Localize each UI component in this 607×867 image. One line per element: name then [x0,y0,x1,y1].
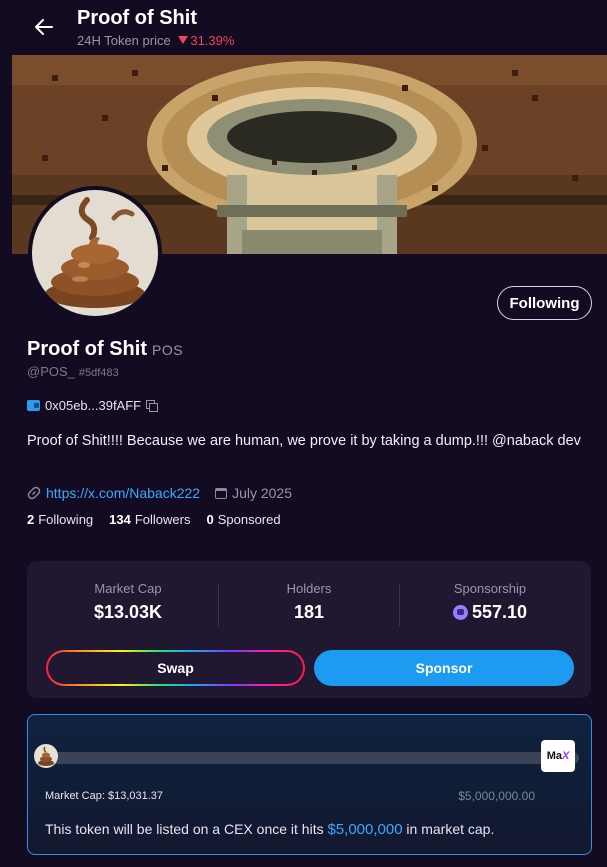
price-down-icon [178,36,189,44]
sponsorship-value-row: 557.10 [400,602,580,623]
max-logo-text: Ma [546,750,562,762]
website-link[interactable]: https://x.com/Naback222 [46,485,200,501]
sponsor-button[interactable]: Sponsor [314,650,574,686]
max-logo-accent: X [561,750,570,762]
target-market-cap: $5,000,000.00 [458,789,535,803]
back-arrow-icon[interactable] [30,13,58,41]
profile-meta: https://x.com/Naback222 July 2025 [27,485,292,501]
token-profile-page: Proof of Shit 24H Token price 31.39% Fol… [0,0,607,867]
sponsored-count-label: Sponsored [217,512,281,527]
holders-label: Holders [286,581,332,596]
sponsorship-value: 557.10 [471,602,528,622]
token-name: Proof of Shit [27,338,147,360]
cex-listing-progress-card: Ma X Market Cap: $13,031.37 $5,000,000.00… [27,714,592,855]
sponsored-count-number: 0 [206,512,214,527]
market-cap-label: Market Cap [94,581,162,596]
token-avatar [28,186,162,320]
followers-count-label: Followers [134,512,191,527]
handle-hash: #5df483 [78,367,119,379]
profile-counts: 2 Following 134 Followers 0 Sponsored [27,512,297,527]
sponsorship-stat: Sponsorship 557.10 [400,581,580,623]
token-ticker: POS [152,342,184,358]
price-change: 31.39% [190,33,235,48]
following-button[interactable]: Following [497,286,592,320]
copy-icon[interactable] [146,400,159,412]
followers-count-number: 134 [109,512,131,527]
sponsorship-token-icon [452,605,468,620]
following-count[interactable]: 2 Following [27,512,93,527]
top-bar: Proof of Shit 24H Token price 31.39% [0,0,607,55]
following-count-label: Following [38,512,94,527]
token-bio: Proof of Shit!!!! Because we are human, … [27,433,581,449]
price-label: 24H Token price [77,33,171,48]
price-summary: 24H Token price 31.39% [77,33,234,48]
followers-count[interactable]: 134 Followers [109,512,190,527]
calendar-icon [215,487,228,499]
max-exchange-logo: Ma X [541,740,575,772]
sponsorship-label: Sponsorship [453,581,527,596]
wallet-icon [27,400,40,411]
cex-note-suffix: in market cap. [402,821,495,837]
wallet-address: 0x05eb...39fAFF [27,398,159,413]
holders-value: 181 [293,602,325,622]
token-stats-card: Market Cap $13.03K Holders 181 Sponsorsh… [27,561,591,698]
following-count-number: 2 [27,512,35,527]
page-title: Proof of Shit [77,7,197,29]
swap-button[interactable]: Swap [46,650,305,686]
cex-note-prefix: This token will be listed on a CEX once … [45,821,328,837]
joined-date: July 2025 [232,485,293,501]
cex-listing-note: This token will be listed on a CEX once … [45,821,494,838]
wallet-address-text: 0x05eb...39fAFF [45,398,142,413]
token-handle: @POS_ #5df483 [27,364,119,379]
progress-track [36,752,579,764]
handle-text: @POS_ [27,364,75,379]
current-market-cap: Market Cap: $13,031.37 [45,790,164,802]
sponsored-count[interactable]: 0 Sponsored [206,512,280,527]
market-cap-stat: Market Cap $13.03K [38,581,218,623]
token-progress-marker-icon [34,744,58,768]
link-icon [27,486,41,500]
holders-stat: Holders 181 [219,581,399,623]
market-cap-value: $13.03K [93,602,163,622]
cex-note-target: $5,000,000 [327,821,403,838]
